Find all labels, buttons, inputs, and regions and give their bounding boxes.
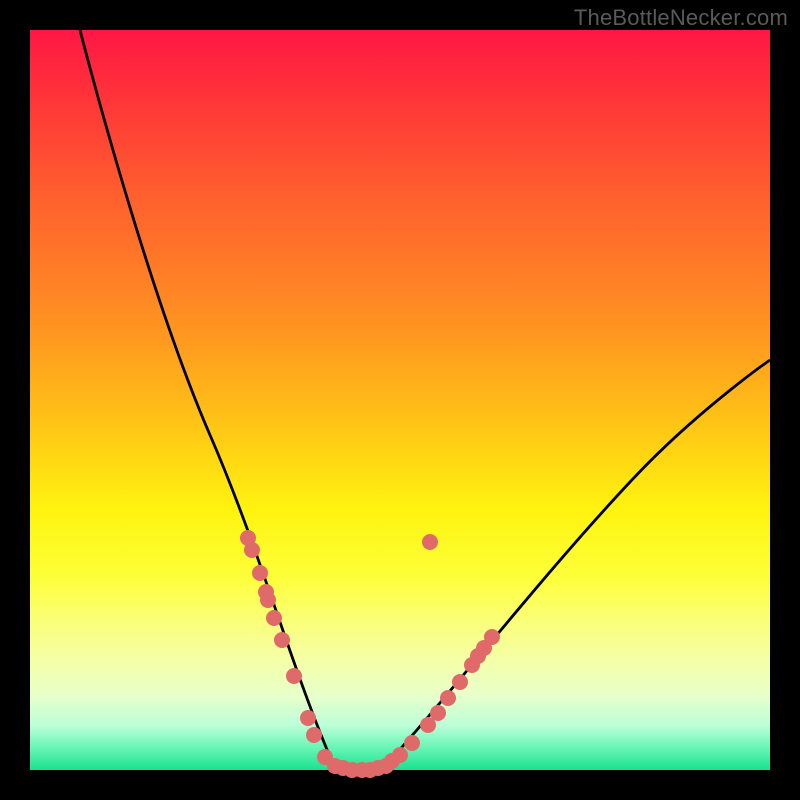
marker-dot bbox=[266, 610, 282, 626]
chart-frame: TheBottleNecker.com bbox=[0, 0, 800, 800]
marker-dot bbox=[422, 534, 438, 550]
bottleneck-curve bbox=[80, 30, 770, 772]
chart-svg bbox=[30, 30, 770, 770]
marker-dot bbox=[244, 542, 260, 558]
marker-dot bbox=[300, 710, 316, 726]
marker-group bbox=[240, 530, 500, 778]
marker-dot bbox=[286, 668, 302, 684]
marker-dot bbox=[440, 690, 456, 706]
marker-dot bbox=[452, 674, 468, 690]
marker-dot bbox=[430, 705, 446, 721]
marker-dot bbox=[404, 735, 420, 751]
watermark-text: TheBottleNecker.com bbox=[574, 5, 788, 31]
marker-dot bbox=[274, 632, 290, 648]
marker-dot bbox=[260, 592, 276, 608]
plot-area bbox=[30, 30, 770, 770]
marker-dot bbox=[484, 629, 500, 645]
marker-dot bbox=[306, 727, 322, 743]
marker-dot bbox=[392, 747, 408, 763]
marker-dot bbox=[252, 565, 268, 581]
